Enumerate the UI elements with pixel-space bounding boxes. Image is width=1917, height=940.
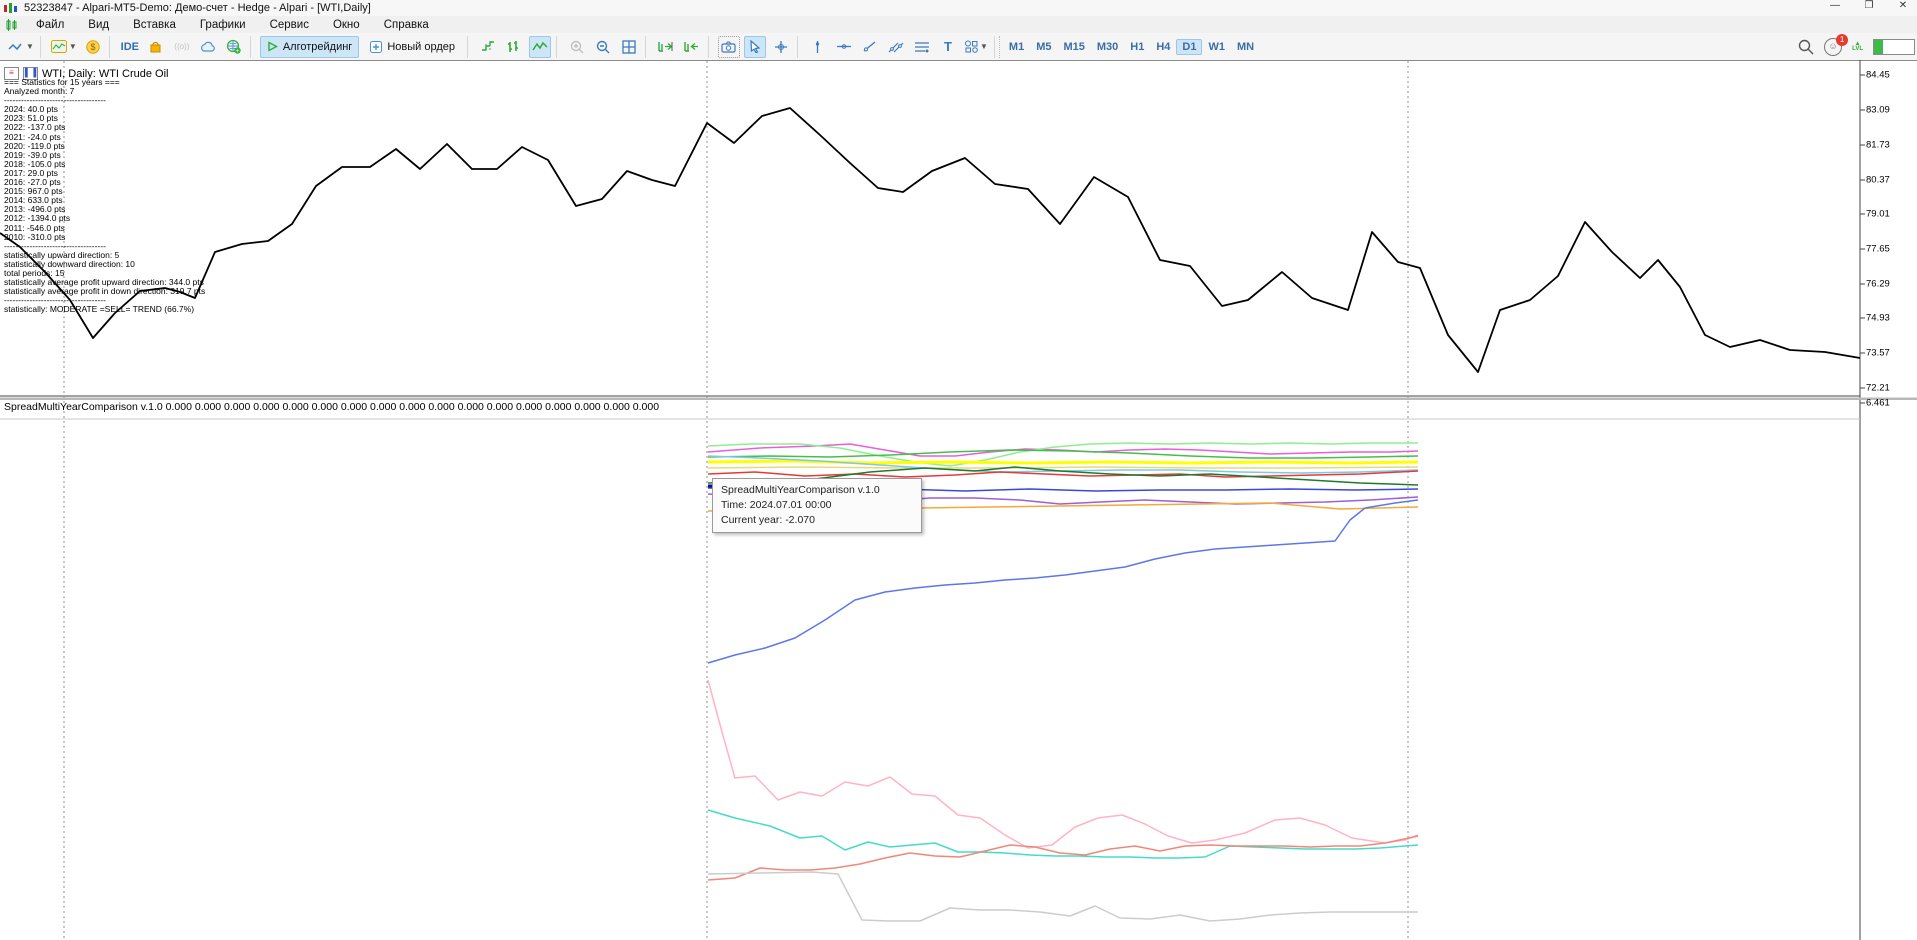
close-button[interactable]: ✕: [1893, 0, 1913, 11]
play-icon: [268, 41, 278, 52]
shift-end-icon[interactable]: [655, 36, 677, 58]
line-style-icon[interactable]: ▼: [7, 36, 35, 58]
tile-windows-icon[interactable]: [618, 36, 640, 58]
chevron-down-icon: ▼: [68, 42, 77, 51]
cloud-icon[interactable]: [197, 36, 219, 58]
community-icon[interactable]: +: [223, 36, 245, 58]
connection-icon[interactable]: ▲ LVL: [1852, 41, 1863, 52]
zoom-in-icon[interactable]: [566, 36, 588, 58]
timeframe-D1[interactable]: D1: [1176, 38, 1203, 55]
price-tick-label: 73.57: [1866, 347, 1890, 359]
window-title: 52323847 - Alpari-MT5-Demo: Демо-счет - …: [24, 2, 371, 14]
year-line-pink: [707, 679, 1419, 849]
tick-chart-icon[interactable]: [477, 36, 499, 58]
mt5-logo-icon: [4, 3, 17, 13]
vline-icon[interactable]: [807, 36, 829, 58]
svg-text:+: +: [236, 48, 240, 54]
timeframe-MN[interactable]: MN: [1231, 39, 1260, 55]
year-line-green: [707, 449, 1419, 459]
price-tick-label: 76.29: [1866, 278, 1890, 290]
tooltip-time: Time: 2024.07.01 00:00: [721, 499, 832, 511]
menu-item-Графики[interactable]: Графики: [188, 18, 258, 32]
timeframe-M1[interactable]: M1: [1003, 39, 1030, 55]
price-tick-label: 79.01: [1866, 208, 1890, 220]
menu-item-Окно[interactable]: Окно: [321, 18, 372, 32]
statistics-comment: === Statistics for 15 years === Analyzed…: [4, 77, 206, 315]
deposit-icon[interactable]: $: [82, 36, 104, 58]
price-tick-label: 80.37: [1866, 174, 1890, 186]
indicator-header: SpreadMultiYearComparison v.1.0 0.000 0.…: [4, 401, 660, 413]
text-icon[interactable]: T: [937, 36, 959, 58]
price-tick-label: 77.65: [1866, 243, 1890, 255]
connection-bar: [1873, 39, 1915, 55]
toolbar: ▼ ▼ $ IDE ((o)) + Алготрейдинг Новый орд…: [0, 33, 1917, 61]
svg-text:$: $: [90, 42, 95, 52]
indicator-tick-label: 6.461: [1866, 397, 1890, 409]
notification-badge: 1: [1836, 34, 1849, 46]
menu-item-Справка[interactable]: Справка: [372, 18, 441, 32]
chart-area[interactable]: ≡ ▌▐ WTI, Daily: WTI Crude Oil === Stati…: [0, 60, 1917, 940]
signals-icon[interactable]: ((o)): [171, 36, 193, 58]
menu-item-Вставка[interactable]: Вставка: [121, 18, 188, 32]
menu-bar: ФайлВидВставкаГрафикиСервисОкноСправка —…: [0, 16, 1917, 44]
zoom-out-icon[interactable]: [592, 36, 614, 58]
bars-icon[interactable]: [503, 36, 525, 58]
price-tick-label: 83.09: [1866, 104, 1890, 116]
menu-item-Файл[interactable]: Файл: [24, 18, 76, 32]
fibo-icon[interactable]: [911, 36, 933, 58]
restore-button[interactable]: ❐: [1859, 0, 1879, 11]
new-order-button[interactable]: Новый ордер: [363, 36, 462, 58]
year-line-salmon: [707, 835, 1419, 881]
ide-icon[interactable]: IDE: [119, 36, 141, 58]
toolbar-right: ☺ 1 ▲ LVL: [1798, 34, 1915, 59]
notifications-icon[interactable]: ☺ 1: [1824, 34, 1849, 56]
price-chart[interactable]: [0, 60, 1917, 940]
timeframe-M30[interactable]: M30: [1091, 39, 1124, 55]
year-line-gray: [707, 871, 1418, 922]
hline-icon[interactable]: [833, 36, 855, 58]
year-line-khaki: [707, 466, 1419, 469]
timeframe-M15[interactable]: M15: [1057, 39, 1090, 55]
title-bar: 52323847 - Alpari-MT5-Demo: Демо-счет - …: [0, 0, 1917, 16]
chevron-down-icon: ▼: [979, 42, 988, 51]
shapes-icon[interactable]: ▼: [963, 36, 989, 58]
search-icon[interactable]: [1798, 39, 1814, 55]
crosshair-icon[interactable]: [770, 36, 792, 58]
timeframe-group: M1 M5 M15 M30 H1 H4 D1 W1 MN: [998, 35, 1263, 58]
price-tick-label: 84.45: [1866, 69, 1890, 81]
tooltip-value: Current year: -2.070: [721, 514, 815, 526]
timeframe-M5[interactable]: M5: [1030, 39, 1057, 55]
line-chart-icon[interactable]: [528, 35, 551, 58]
trendline-icon[interactable]: [859, 36, 881, 58]
algo-trading-button[interactable]: Алготрейдинг: [259, 35, 360, 58]
timeframe-H1[interactable]: H1: [1124, 39, 1150, 55]
new-order-icon: [370, 40, 383, 53]
main-price-line: [0, 107, 1861, 373]
cursor-icon[interactable]: [743, 35, 766, 58]
tooltip-title: SpreadMultiYearComparison v.1.0: [721, 484, 880, 496]
menu-item-Сервис[interactable]: Сервис: [258, 18, 321, 32]
auto-scroll-icon[interactable]: [681, 36, 703, 58]
indicator-tooltip: SpreadMultiYearComparison v.1.0 Time: 20…: [712, 478, 922, 533]
price-tick-label: 81.73: [1866, 139, 1890, 151]
menu-item-Вид[interactable]: Вид: [76, 18, 121, 32]
timeframe-H4[interactable]: H4: [1150, 39, 1176, 55]
price-tick-label: 72.21: [1866, 382, 1890, 394]
screenshot-icon[interactable]: [717, 35, 740, 58]
market-icon[interactable]: [145, 36, 167, 58]
timeframe-W1[interactable]: W1: [1202, 39, 1231, 55]
year-line-turquoise: [707, 809, 1419, 859]
chart-window-icon: [6, 18, 17, 31]
minimize-button[interactable]: —: [1825, 0, 1845, 11]
chart-profile-icon[interactable]: ▼: [50, 36, 78, 58]
price-tick-label: 74.93: [1866, 312, 1890, 324]
chevron-down-icon: ▼: [26, 42, 34, 51]
channel-icon[interactable]: [885, 36, 907, 58]
